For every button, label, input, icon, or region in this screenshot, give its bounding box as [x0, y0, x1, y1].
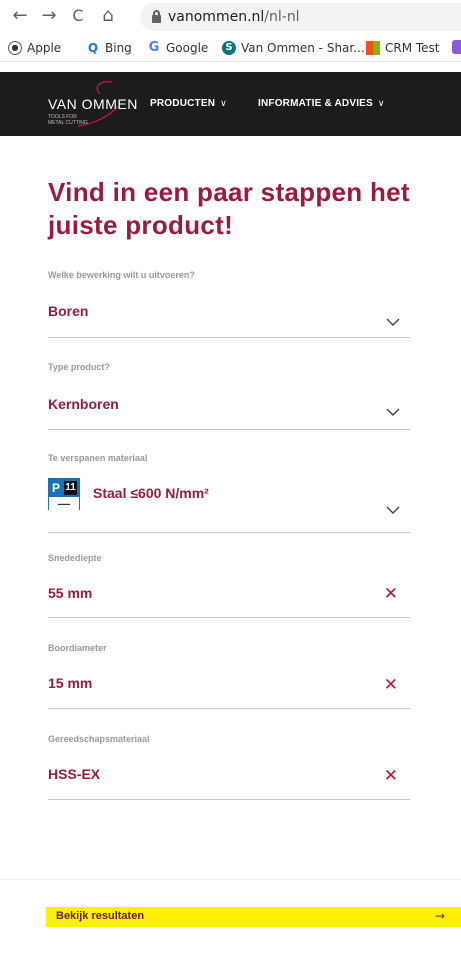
url-text: vanommen.nl/nl-nl	[168, 9, 300, 25]
microsoft-icon	[366, 41, 380, 55]
material-group-badge: P 11 ▬▬▬	[48, 478, 80, 510]
bookmark-bing[interactable]: Q Bing	[86, 40, 132, 56]
url-field[interactable]: vanommen.nl/nl-nl	[140, 3, 461, 31]
badge-lower-band: ▬▬▬	[49, 497, 79, 510]
product-type-dropdown[interactable]: Type product? Kernboren	[48, 362, 410, 430]
menu-informatie-advies[interactable]: INFORMATIE & ADVIES ∨	[258, 98, 385, 109]
logo-text: VAN OMMEN	[48, 96, 138, 112]
page-title: Vind in een paar stappen het juiste prod…	[48, 177, 410, 240]
drill-diameter-field[interactable]: Boordiameter 15 mm ✕	[48, 643, 410, 709]
operation-dropdown[interactable]: Welke bewerking wilt u uitvoeren? Boren	[48, 270, 410, 338]
back-icon[interactable]: ←	[10, 6, 30, 26]
bookmark-overflow-icon	[452, 40, 461, 54]
results-label: Bekijk resultaten	[56, 910, 145, 922]
tool-material-field[interactable]: Gereedschapsmateriaal HSS-EX ✕	[48, 734, 410, 800]
google-icon: G	[148, 40, 160, 55]
chevron-down-icon	[386, 318, 400, 326]
site-logo[interactable]: VAN OMMEN TOOLS FOR METAL CUTTING	[48, 80, 137, 128]
field-label: Boordiameter	[48, 643, 107, 653]
material-dropdown[interactable]: Te verspanen materiaal P 11 ▬▬▬ Staal ≤6…	[48, 453, 410, 533]
divider	[0, 879, 461, 880]
field-value: Boren	[48, 303, 89, 319]
clear-icon[interactable]: ✕	[384, 677, 398, 694]
menu-producten[interactable]: PRODUCTEN ∨	[150, 98, 227, 109]
sharepoint-icon: S	[222, 41, 236, 55]
field-value: 55 mm	[48, 585, 93, 601]
field-label: Welke bewerking wilt u uitvoeren?	[48, 270, 195, 280]
logo-tagline: TOOLS FOR METAL CUTTING	[48, 114, 88, 126]
field-value: Kernboren	[48, 396, 119, 412]
clear-icon[interactable]: ✕	[384, 768, 398, 785]
cutting-depth-field[interactable]: Snedediepte 55 mm ✕	[48, 553, 410, 618]
reload-icon[interactable]: C	[68, 6, 88, 26]
bookmarks-bar: ● Apple Q Bing G Google S Van Ommen - Sh…	[0, 34, 461, 62]
field-value: Staal ≤600 N/mm²	[93, 485, 209, 501]
chevron-down-icon: ∨	[377, 98, 385, 108]
chevron-down-icon	[386, 408, 400, 416]
apple-icon: ●	[8, 41, 22, 55]
field-value: 15 mm	[48, 675, 93, 691]
lock-icon	[152, 10, 161, 23]
bookmark-apple[interactable]: ● Apple	[8, 40, 61, 56]
view-results-button[interactable]: Bekijk resultaten →	[46, 907, 461, 927]
bookmark-crm-test[interactable]: CRM Test	[366, 40, 440, 56]
arrow-right-icon: →	[434, 909, 445, 923]
field-value: HSS-EX	[48, 766, 101, 782]
browser-address-bar: ← → C ⌂ vanommen.nl/nl-nl	[0, 0, 461, 34]
chevron-down-icon: ∨	[220, 98, 227, 108]
clear-icon[interactable]: ✕	[384, 586, 398, 603]
field-label: Gereedschapsmateriaal	[48, 734, 150, 744]
bookmark-google[interactable]: G Google	[147, 40, 209, 56]
field-label: Snedediepte	[48, 553, 102, 563]
field-label: Type product?	[48, 362, 110, 372]
bookmark-sharepoint[interactable]: S Van Ommen - Shar...	[222, 40, 365, 56]
home-icon[interactable]: ⌂	[98, 6, 118, 26]
search-icon: Q	[87, 41, 99, 55]
chevron-down-icon	[386, 506, 400, 514]
forward-icon[interactable]: →	[39, 6, 59, 26]
site-header: VAN OMMEN TOOLS FOR METAL CUTTING PRODUC…	[0, 72, 461, 136]
field-label: Te verspanen materiaal	[48, 453, 148, 463]
